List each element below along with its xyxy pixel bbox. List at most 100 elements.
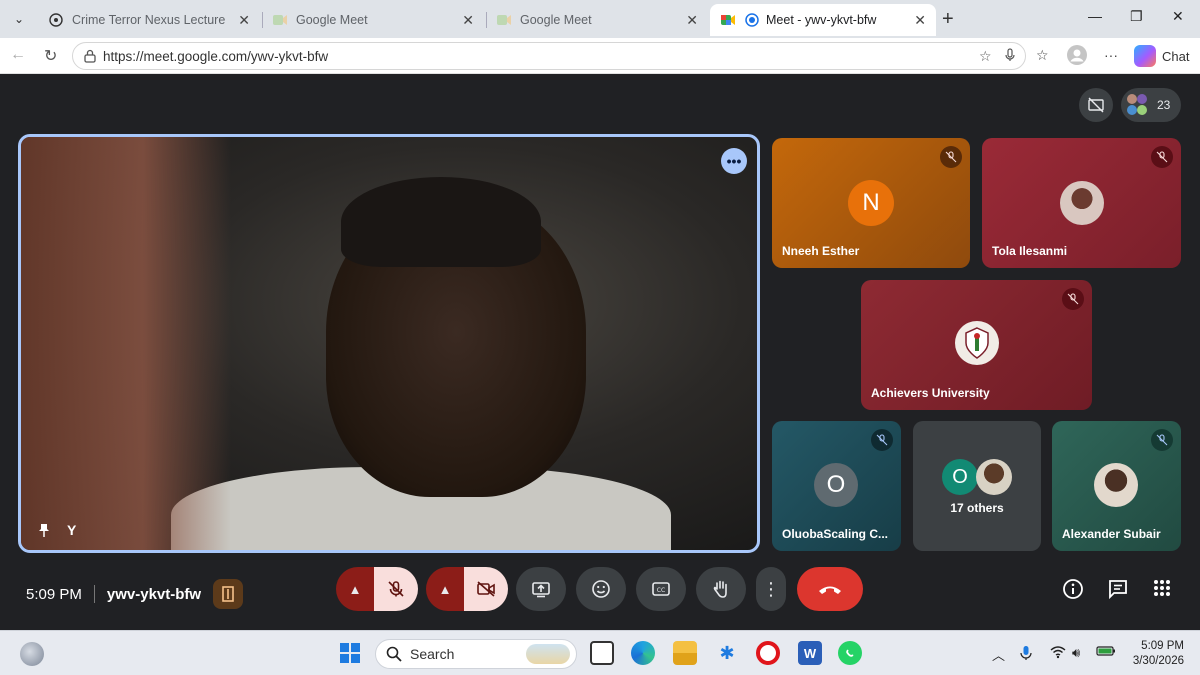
meet-favicon-icon: [272, 12, 288, 28]
meet-area: 23 ••• Y N Nneeh Esther Tola Ilesanmi Ac…: [4, 75, 1196, 627]
more-menu-icon[interactable]: ···: [1104, 47, 1118, 63]
minimize-icon[interactable]: —: [1088, 8, 1102, 24]
tab-title: Google Meet: [520, 13, 592, 27]
participant-name: Alexander Subair: [1062, 527, 1161, 541]
windows-taskbar: Search ✱ W ︿ 🔊︎ 5:09 PM 3/30/2026: [0, 630, 1200, 675]
meeting-details-icon[interactable]: [1062, 578, 1084, 605]
volume-icon[interactable]: 🔊︎: [1072, 645, 1080, 661]
site-info-icon[interactable]: [83, 49, 97, 63]
breakout-room-icon[interactable]: [213, 579, 244, 609]
close-tab-icon[interactable]: ✕: [462, 12, 474, 29]
clock-time: 5:09 PM: [1141, 640, 1184, 652]
meeting-time: 5:09 PM: [26, 585, 82, 603]
emoji-icon: [592, 580, 610, 598]
tab-google-meet-1[interactable]: Google Meet ✕: [262, 4, 484, 36]
camera-off-icon: [477, 581, 495, 597]
chatgpt-favicon-icon: [48, 12, 64, 28]
microphone-icon[interactable]: [1005, 48, 1015, 65]
profile-avatar-icon[interactable]: [1066, 44, 1088, 69]
battery-icon[interactable]: [1096, 645, 1116, 660]
more-options-button[interactable]: ⋮: [756, 567, 786, 611]
edge-browser-icon[interactable]: [631, 641, 655, 665]
show-hidden-icons-chevron-icon[interactable]: ︿: [992, 645, 1005, 664]
back-arrow-icon[interactable]: ←: [10, 46, 26, 64]
participants-button[interactable]: 23: [1121, 88, 1181, 122]
meet-favicon-icon: [720, 12, 736, 28]
opera-icon[interactable]: [756, 641, 780, 665]
weather-widget-icon[interactable]: [20, 642, 44, 666]
task-view-icon[interactable]: [590, 641, 614, 665]
raise-hand-button[interactable]: [696, 567, 746, 611]
svg-text:CC: CC: [657, 587, 665, 594]
address-bar[interactable]: https://meet.google.com/ywv-ykvt-bfw ☆: [72, 42, 1026, 70]
tab-title: Meet - ywv-ykvt-bfw: [766, 13, 877, 27]
others-count-label: 17 others: [950, 501, 1004, 515]
start-windows-icon[interactable]: [338, 641, 362, 665]
microphone-tray-icon[interactable]: [1020, 645, 1032, 664]
bluetooth-icon[interactable]: ✱: [715, 641, 739, 665]
new-tab-plus-icon[interactable]: +: [942, 8, 954, 31]
system-clock[interactable]: 5:09 PM 3/30/2026: [1120, 639, 1184, 669]
avatar: O: [814, 463, 858, 507]
taskbar-search[interactable]: Search: [375, 639, 577, 669]
microphone-toggle-button[interactable]: [374, 567, 418, 611]
university-logo-icon: [955, 321, 999, 365]
video-options-button[interactable]: ▲: [426, 567, 464, 611]
hide-self-view-icon[interactable]: [1079, 88, 1113, 122]
main-tile-label: Y: [37, 522, 76, 538]
activities-grid-icon[interactable]: [1152, 578, 1172, 603]
avatar: O: [942, 459, 978, 495]
file-explorer-icon[interactable]: [673, 641, 697, 665]
search-icon: [386, 646, 402, 662]
main-speaker-tile[interactable]: ••• Y: [18, 134, 760, 553]
copilot-icon: [1134, 45, 1156, 67]
tab-strip: ⌄ Crime Terror Nexus Lecture ✕ Google Me…: [0, 0, 1200, 38]
word-icon[interactable]: W: [798, 641, 822, 665]
chevron-up-icon: ▲: [348, 581, 362, 597]
tab-list-chevron-icon[interactable]: ⌄: [6, 7, 32, 31]
camera-toggle-button[interactable]: [464, 567, 508, 611]
present-screen-button[interactable]: [516, 567, 566, 611]
captions-icon: CC: [652, 582, 670, 596]
window-close-icon[interactable]: ✕: [1172, 8, 1184, 25]
whatsapp-icon[interactable]: [838, 641, 862, 665]
participant-name: Tola Ilesanmi: [992, 244, 1068, 258]
mic-off-icon: [1062, 288, 1084, 310]
close-tab-icon[interactable]: ✕: [686, 12, 698, 29]
restore-icon[interactable]: ❐: [1130, 8, 1143, 25]
hand-icon: [713, 580, 727, 598]
tab-google-meet-2[interactable]: Google Meet ✕: [486, 4, 708, 36]
favorites-icon[interactable]: ☆: [1036, 47, 1049, 64]
url-text[interactable]: https://meet.google.com/ywv-ykvt-bfw: [103, 49, 328, 64]
captions-button[interactable]: CC: [636, 567, 686, 611]
more-vert-icon: ⋮: [762, 579, 780, 599]
audio-options-button[interactable]: ▲: [336, 567, 374, 611]
close-tab-icon[interactable]: ✕: [238, 12, 250, 29]
browser-toolbar: ← ↻ https://meet.google.com/ywv-ykvt-bfw…: [0, 38, 1200, 74]
favorite-star-icon[interactable]: ☆: [979, 48, 992, 65]
participant-tile-nneeh-esther[interactable]: N Nneeh Esther: [772, 138, 970, 268]
main-tile-name: Y: [67, 522, 77, 538]
participant-tile-oluobascaling[interactable]: O OluobaScaling C...: [772, 421, 901, 551]
reactions-button[interactable]: [576, 567, 626, 611]
participant-tile-tola-ilesanmi[interactable]: Tola Ilesanmi: [982, 138, 1181, 268]
leave-call-button[interactable]: [797, 567, 863, 611]
tab-title: Crime Terror Nexus Lecture: [72, 13, 226, 27]
tab-crime-terror[interactable]: Crime Terror Nexus Lecture ✕: [38, 4, 260, 36]
participant-tile-alexander-subair[interactable]: Alexander Subair: [1052, 421, 1181, 551]
chevron-up-icon: ▲: [438, 581, 452, 597]
avatar-photo: [976, 459, 1012, 495]
more-options-icon[interactable]: •••: [721, 148, 747, 174]
pin-icon[interactable]: [37, 522, 53, 538]
reload-icon[interactable]: ↻: [44, 46, 57, 66]
wifi-icon[interactable]: [1050, 645, 1066, 662]
close-tab-icon[interactable]: ✕: [914, 12, 926, 29]
video-speaker-cap: [341, 177, 541, 267]
copilot-chat-button[interactable]: Chat: [1134, 45, 1189, 67]
clock-date: 3/30/2026: [1132, 655, 1184, 667]
avatar-photo: [1094, 463, 1138, 507]
participant-tile-others[interactable]: O 17 others: [913, 421, 1041, 551]
tab-meet-active[interactable]: Meet - ywv-ykvt-bfw ✕: [710, 4, 936, 36]
chat-icon[interactable]: [1107, 578, 1129, 605]
participant-tile-achievers-university[interactable]: Achievers University: [861, 280, 1092, 410]
